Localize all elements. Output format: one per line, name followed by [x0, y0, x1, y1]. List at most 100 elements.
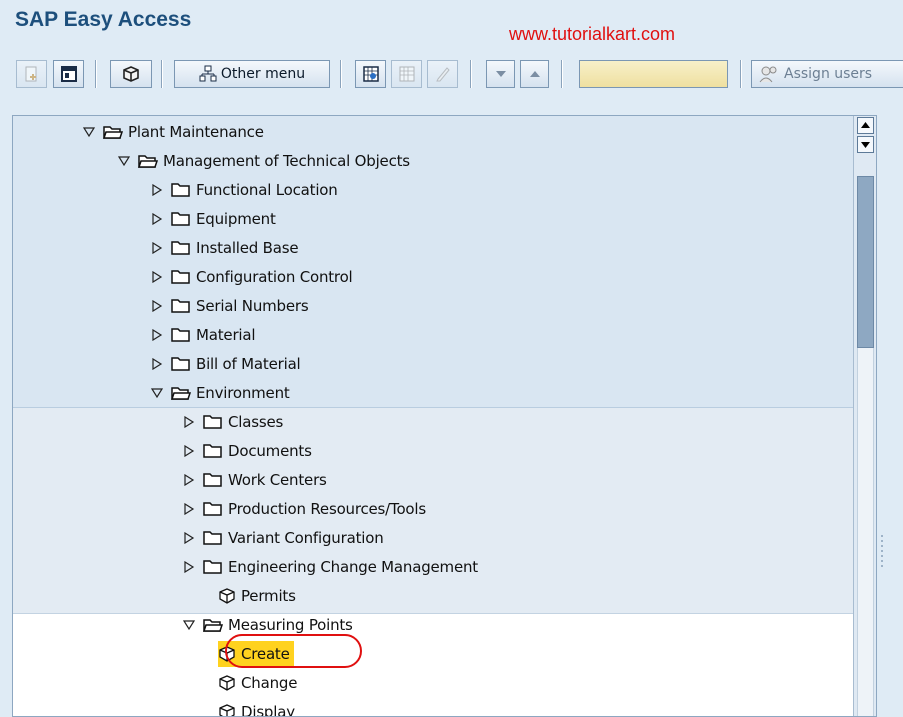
command-field[interactable]	[579, 60, 728, 88]
scroll-up-icon	[861, 122, 870, 128]
add-to-favorites-button[interactable]	[355, 60, 386, 88]
scroll-down-icon	[861, 142, 870, 148]
assign-users-button[interactable]: Assign users	[751, 60, 903, 88]
toolbar-separator	[740, 60, 742, 88]
folder-icon	[171, 182, 191, 198]
tree-folder-node[interactable]: Classes	[183, 409, 283, 435]
folder-icon	[171, 298, 191, 314]
scroll-down-button[interactable]	[857, 136, 874, 153]
folder-icon	[171, 211, 191, 227]
watermark-text: www.tutorialkart.com	[509, 24, 676, 44]
cube-icon	[123, 66, 139, 82]
cube-icon	[218, 588, 236, 604]
triangle-right-icon[interactable]	[183, 416, 195, 428]
tree-node-label: Change	[241, 674, 298, 692]
folder-icon	[171, 269, 191, 285]
tree-folder-node[interactable]: Serial Numbers	[151, 293, 309, 319]
tree-node-label: Permits	[241, 587, 296, 605]
change-favorite-button[interactable]	[427, 60, 458, 88]
folder-icon	[203, 530, 223, 546]
tree-node-label: Work Centers	[228, 471, 327, 489]
open-folder-icon	[203, 617, 223, 633]
tree-node-label: Bill of Material	[196, 355, 301, 373]
triangle-right-icon[interactable]	[183, 474, 195, 486]
triangle-right-icon[interactable]	[151, 242, 163, 254]
move-up-button[interactable]	[520, 60, 549, 88]
folder-icon	[171, 356, 191, 372]
application-toolbar: Other menu Assign users	[0, 56, 903, 96]
tree-folder-node[interactable]: Plant Maintenance	[83, 119, 264, 145]
tree-folder-node[interactable]: Production Resources/Tools	[183, 496, 426, 522]
tree-group-band	[13, 614, 853, 716]
folder-icon	[203, 414, 223, 430]
tree-node-label: Equipment	[196, 210, 276, 228]
tree-folder-node[interactable]: Documents	[183, 438, 312, 464]
triangle-right-icon[interactable]	[183, 561, 195, 573]
open-folder-icon	[103, 124, 123, 140]
sap-menu-button[interactable]	[110, 60, 152, 88]
scroll-up-button[interactable]	[857, 117, 874, 134]
triangle-right-icon[interactable]	[151, 213, 163, 225]
tree-transaction-node[interactable]: Change	[218, 670, 297, 696]
folder-icon	[203, 472, 223, 488]
tree-group-band	[13, 408, 853, 614]
tree-folder-node[interactable]: Equipment	[151, 206, 276, 232]
triangle-right-icon[interactable]	[151, 271, 163, 283]
tree-node-label: Classes	[228, 413, 284, 431]
scroll-track[interactable]	[857, 348, 874, 716]
delete-favorite-button[interactable]	[391, 60, 422, 88]
triangle-right-icon[interactable]	[183, 445, 195, 457]
open-folder-icon	[171, 385, 191, 401]
grid-delete-icon	[399, 66, 414, 82]
folder-icon	[203, 559, 223, 575]
add-favorite-button[interactable]	[16, 60, 47, 88]
tree-folder-node[interactable]: Variant Configuration	[183, 525, 384, 551]
vertical-scrollbar[interactable]	[853, 116, 876, 716]
splitter-grip[interactable]	[881, 535, 884, 569]
arrow-down-icon	[495, 71, 506, 77]
triangle-down-icon[interactable]	[83, 126, 95, 138]
window-icon	[60, 66, 77, 82]
create-favorite-button[interactable]	[53, 60, 84, 88]
tree-transaction-node[interactable]: Display	[218, 699, 295, 716]
triangle-down-icon[interactable]	[151, 387, 163, 399]
folder-icon	[171, 327, 191, 343]
tree-folder-node[interactable]: Material	[151, 322, 256, 348]
tree-folder-node[interactable]: Installed Base	[151, 235, 299, 261]
tree-node-label: Production Resources/Tools	[228, 500, 426, 518]
move-down-button[interactable]	[486, 60, 515, 88]
tree-folder-node[interactable]: Environment	[151, 380, 290, 406]
tree-node-label: Serial Numbers	[196, 297, 309, 315]
folder-icon	[203, 501, 223, 517]
tree-folder-node[interactable]: Configuration Control	[151, 264, 353, 290]
toolbar-separator	[161, 60, 163, 88]
triangle-right-icon[interactable]	[183, 503, 195, 515]
toolbar-separator	[561, 60, 563, 88]
tree-folder-node[interactable]: Management of Technical Objects	[118, 148, 410, 174]
triangle-right-icon[interactable]	[151, 358, 163, 370]
tree-node-label: Functional Location	[196, 181, 338, 199]
triangle-right-icon[interactable]	[183, 532, 195, 544]
triangle-down-icon[interactable]	[183, 619, 195, 631]
tree-node-label: Variant Configuration	[228, 529, 384, 547]
other-menu-button[interactable]: Other menu	[174, 60, 330, 88]
other-menu-label: Other menu	[220, 66, 306, 82]
triangle-right-icon[interactable]	[151, 300, 163, 312]
triangle-right-icon[interactable]	[151, 329, 163, 341]
tree-node-label: Installed Base	[196, 239, 299, 257]
tree-transaction-node[interactable]: Permits	[218, 583, 296, 609]
tree-node-label: Measuring Points	[228, 616, 353, 634]
tree-node-label: Documents	[228, 442, 312, 460]
triangle-down-icon[interactable]	[118, 155, 130, 167]
tree-folder-node[interactable]: Bill of Material	[151, 351, 301, 377]
tree-folder-node[interactable]: Work Centers	[183, 467, 327, 493]
title-bar: SAP Easy Access www.tutorialkart.com	[0, 0, 903, 52]
triangle-right-icon[interactable]	[151, 184, 163, 196]
tree-folder-node[interactable]: Functional Location	[151, 177, 338, 203]
tree-node-label: Environment	[196, 384, 290, 402]
app-title: SAP Easy Access	[15, 8, 192, 31]
tree-folder-node[interactable]: Engineering Change Management	[183, 554, 478, 580]
scroll-thumb[interactable]	[857, 176, 874, 348]
tree-node-label: Material	[196, 326, 256, 344]
tree-node-label: Engineering Change Management	[228, 558, 478, 576]
